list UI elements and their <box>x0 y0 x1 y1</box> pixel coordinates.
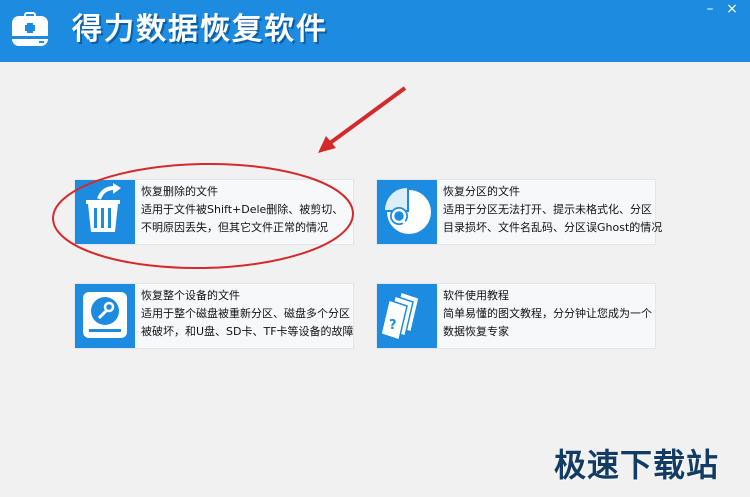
hard-drive-repair-icon <box>83 292 127 338</box>
partition-search-icon <box>385 188 431 234</box>
card-title: 恢复删除的文件 <box>141 185 218 198</box>
card-title: 软件使用教程 <box>443 289 509 302</box>
card-icon-tile <box>75 284 135 348</box>
card-title: 恢复分区的文件 <box>443 185 520 198</box>
recover-entire-device-card[interactable]: 恢复整个设备的文件 适用于整个磁盘被重新分区、磁盘多个分区 被破坏，和U盘、SD… <box>74 283 354 349</box>
title-bar: 得力数据恢复软件 – × <box>0 0 750 62</box>
card-description-line: 简单易懂的图文教程，分分钟让您成为一个 <box>443 307 652 320</box>
app-title: 得力数据恢复软件 <box>72 12 328 47</box>
tutorial-documents-icon: ? <box>380 291 420 341</box>
card-title: 恢复整个设备的文件 <box>141 289 240 302</box>
card-description-line: 适用于文件被Shift+Dele删除、被剪切、 <box>141 203 344 216</box>
minimize-button[interactable]: – <box>700 0 720 20</box>
card-description-line: 目录损坏、文件名乱码、分区误Ghost的情况 <box>443 221 663 234</box>
card-description-line: 数据恢复专家 <box>443 325 509 338</box>
software-tutorial-card[interactable]: ? 软件使用教程 简单易懂的图文教程，分分钟让您成为一个 数据恢复专家 <box>376 283 656 349</box>
card-icon-tile: ? <box>377 284 437 348</box>
card-icon-tile <box>75 180 135 244</box>
svg-text:?: ? <box>389 318 397 333</box>
close-button[interactable]: × <box>722 0 742 20</box>
recover-partition-files-card[interactable]: 恢复分区的文件 适用于分区无法打开、提示未格式化、分区 目录损坏、文件名乱码、分… <box>376 179 663 245</box>
main-content <box>0 62 750 497</box>
recycle-bin-restore-icon <box>86 183 121 232</box>
recover-deleted-files-card[interactable]: 恢复删除的文件 适用于文件被Shift+Dele删除、被剪切、 不明原因丢失，但… <box>74 179 354 245</box>
toolbox-logo-icon <box>12 12 48 46</box>
card-description-line: 被破坏，和U盘、SD卡、TF卡等设备的故障 <box>141 325 354 338</box>
card-icon-tile <box>377 180 437 244</box>
site-watermark: 极速下载站 <box>554 446 720 484</box>
card-description-line: 适用于整个磁盘被重新分区、磁盘多个分区 <box>141 307 350 320</box>
card-description-line: 不明原因丢失，但其它文件正常的情况 <box>141 221 328 234</box>
card-description-line: 适用于分区无法打开、提示未格式化、分区 <box>443 203 652 216</box>
